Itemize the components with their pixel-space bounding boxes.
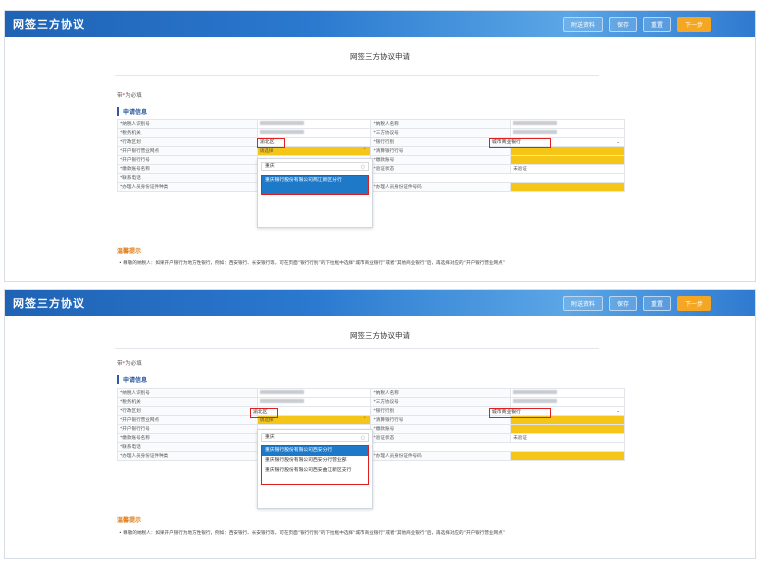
pay-account-label: *缴款账号 bbox=[370, 155, 512, 165]
bank-search-input[interactable]: 重庆 ○ bbox=[261, 162, 369, 171]
agent-id-no-label: *办理人员身份证件号码 bbox=[370, 182, 512, 192]
taxpayer-id-label: *纳税人识别号 bbox=[117, 119, 258, 129]
screenshot-bottom: 网签三方协议 附送资料 保存 重置 下一步 网签三方协议申请 带*为必填 申请信… bbox=[4, 289, 756, 559]
open-bank-no-label: *开户银行行号 bbox=[117, 424, 258, 434]
tax-authority-label: *税务机关 bbox=[117, 397, 258, 407]
agent-id-type-label: *办理人员身份证件种类 bbox=[117, 451, 258, 461]
region-label: *行政区划 bbox=[117, 406, 258, 416]
required-note: 带*为必填 bbox=[117, 93, 142, 99]
taxpayer-id-value bbox=[256, 388, 372, 398]
agent-id-no-label: *办理人员身份证件号码 bbox=[370, 451, 512, 461]
page-title: 网签三方协议申请 bbox=[350, 52, 410, 61]
tripartite-no-value bbox=[510, 128, 625, 138]
tax-authority-value bbox=[256, 397, 372, 407]
bank-option[interactable]: 重庆银行股份有限公司两江新区分行 bbox=[262, 176, 368, 194]
verify-status-label: *验证状态 bbox=[370, 164, 512, 174]
reset-button[interactable]: 重置 bbox=[642, 296, 671, 311]
tip-title: 温馨提示 bbox=[117, 248, 142, 255]
bank-option[interactable]: 重庆银行股份有限公司西安分行营业部 bbox=[262, 456, 368, 466]
agent-id-no-field[interactable] bbox=[510, 451, 625, 461]
bank-search-input[interactable]: 重庆 ○ bbox=[261, 433, 369, 442]
tip-title: 温馨提示 bbox=[117, 517, 142, 524]
pay-account-name-label: *缴款账号名称 bbox=[117, 164, 258, 174]
section-title: 申请信息 bbox=[117, 375, 147, 384]
bank-option[interactable]: 重庆银行股份有限公司西安曲江新区支行 bbox=[262, 466, 368, 484]
verify-status-label: *验证状态 bbox=[370, 433, 512, 443]
agent-id-no-field[interactable] bbox=[510, 182, 625, 192]
screenshot-top: 网签三方协议 附送资料 保存 重置 下一步 网签三方协议申请 带*为必填 申请信… bbox=[4, 10, 756, 282]
chevron-down-icon: ⌄ bbox=[616, 408, 620, 414]
chevron-up-icon: ⌃ bbox=[362, 417, 367, 422]
taxpayer-id-label: *纳税人识别号 bbox=[117, 388, 258, 398]
required-note: 带*为必填 bbox=[117, 361, 142, 367]
app-header: 网签三方协议 附送资料 保存 重置 下一步 bbox=[5, 290, 755, 316]
pay-account-field[interactable] bbox=[510, 155, 625, 165]
chevron-up-icon: ⌃ bbox=[362, 148, 367, 153]
pay-account-label: *缴款账号 bbox=[370, 424, 512, 434]
attach-button[interactable]: 附送资料 bbox=[562, 296, 603, 311]
bank-category-highlight: 城市商业银行 bbox=[489, 138, 551, 148]
tax-authority-label: *税务机关 bbox=[117, 128, 258, 138]
open-bank-label: *开户银行营业网点 bbox=[117, 146, 258, 156]
attach-button[interactable]: 附送资料 bbox=[562, 17, 603, 32]
region-highlight: 渝北区 bbox=[250, 408, 278, 418]
app-header: 网签三方协议 附送资料 保存 重置 下一步 bbox=[5, 11, 755, 37]
app-title: 网签三方协议 bbox=[13, 297, 85, 310]
taxpayer-name-label: *纳税人名称 bbox=[370, 119, 512, 129]
pay-account-field[interactable] bbox=[510, 424, 625, 434]
tripartite-no-label: *三方协议号 bbox=[370, 128, 512, 138]
agent-id-type-label: *办理人员身份证件种类 bbox=[117, 182, 258, 192]
verify-status-value: 未验证 bbox=[510, 164, 625, 174]
tripartite-no-label: *三方协议号 bbox=[370, 397, 512, 407]
bank-dropdown-top: 重庆 ○ 重庆银行股份有限公司两江新区分行 bbox=[257, 158, 373, 228]
bank-category-highlight: 城市商业银行 bbox=[489, 408, 551, 418]
tripartite-no-value bbox=[510, 397, 625, 407]
taxpayer-name-value bbox=[510, 119, 625, 129]
taxpayer-name-value bbox=[510, 388, 625, 398]
contact-phone-label: *联系电话 bbox=[117, 173, 258, 183]
taxpayer-name-label: *纳税人名称 bbox=[370, 388, 512, 398]
pay-account-name-label: *缴款账号名称 bbox=[117, 433, 258, 443]
tip-text: • 尊敬的纳税人：如果开户银行为地方性银行，例如：西安银行、长安银行等，可在页面… bbox=[119, 531, 506, 536]
page-title: 网签三方协议申请 bbox=[350, 331, 410, 340]
reset-button[interactable]: 重置 bbox=[642, 17, 671, 32]
region-highlight: 渝北区 bbox=[257, 138, 285, 148]
region-label: *行政区划 bbox=[117, 137, 258, 147]
bank-dropdown-bottom: 重庆 ○ 重庆银行股份有限公司西安分行 重庆银行股份有限公司西安分行营业部 重庆银… bbox=[257, 429, 373, 509]
contact-phone-label: *联系电话 bbox=[117, 442, 258, 452]
tax-authority-value bbox=[256, 128, 372, 138]
chevron-down-icon: ⌄ bbox=[616, 139, 620, 145]
app-title: 网签三方协议 bbox=[13, 18, 85, 31]
search-icon: ○ bbox=[360, 435, 365, 441]
open-bank-no-label: *开户银行行号 bbox=[117, 155, 258, 165]
save-button[interactable]: 保存 bbox=[608, 296, 637, 311]
save-button[interactable]: 保存 bbox=[608, 17, 637, 32]
search-icon: ○ bbox=[360, 164, 365, 170]
next-button[interactable]: 下一步 bbox=[676, 296, 711, 311]
open-bank-label: *开户银行营业网点 bbox=[117, 415, 258, 425]
next-button[interactable]: 下一步 bbox=[676, 17, 711, 32]
tip-text: • 尊敬的纳税人：如果开户银行为地方性银行，例如：西安银行、长安银行等，可在页面… bbox=[119, 261, 506, 266]
section-title: 申请信息 bbox=[117, 107, 147, 116]
taxpayer-id-value bbox=[256, 119, 372, 129]
bank-option[interactable]: 重庆银行股份有限公司西安分行 bbox=[262, 446, 368, 456]
verify-status-value: 未验证 bbox=[510, 433, 625, 443]
